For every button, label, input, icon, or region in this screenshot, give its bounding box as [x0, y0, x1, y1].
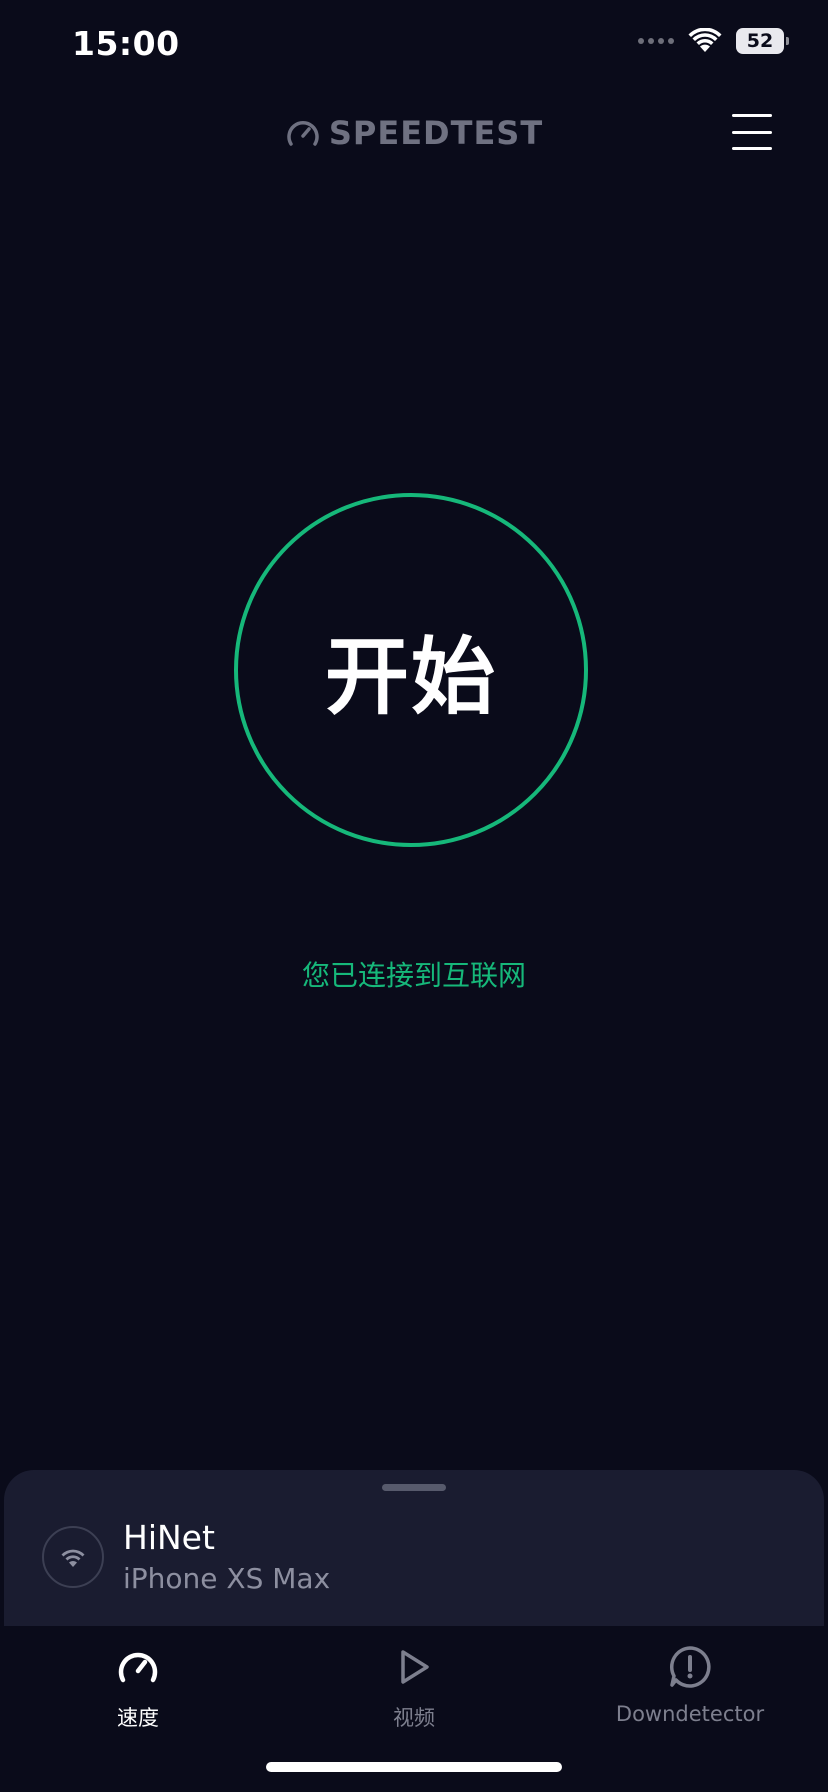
cellular-signal-icon — [638, 38, 674, 44]
battery-level: 52 — [746, 30, 774, 52]
wifi-icon — [42, 1526, 104, 1588]
battery-indicator: 52 — [736, 28, 789, 54]
sheet-drag-handle[interactable] — [382, 1484, 446, 1491]
status-time: 15:00 — [72, 24, 180, 63]
speedometer-logo-icon — [287, 121, 319, 146]
tab-speed-label: 速度 — [117, 1706, 159, 1730]
home-indicator[interactable] — [266, 1762, 562, 1772]
start-test-button[interactable]: 开始 — [234, 493, 588, 847]
speedometer-icon — [116, 1644, 160, 1690]
tab-speed[interactable]: 速度 — [28, 1644, 248, 1732]
speedtest-logo: SPEEDTEST — [0, 114, 828, 152]
tab-downdetector[interactable]: Downdetector — [580, 1644, 800, 1726]
tab-video[interactable]: 视频 — [304, 1644, 524, 1732]
tab-bar: 速度 视频 Downdetector — [0, 1626, 828, 1792]
tab-video-label: 视频 — [393, 1706, 435, 1730]
status-indicators: 52 — [638, 28, 789, 54]
alert-icon — [668, 1644, 712, 1690]
status-bar: 15:00 52 — [0, 0, 828, 90]
brand-name: SPEEDTEST — [328, 114, 544, 152]
connection-sheet[interactable]: HiNet iPhone XS Max — [4, 1470, 824, 1630]
tab-downdetector-label: Downdetector — [615, 1702, 765, 1726]
device-name: iPhone XS Max — [123, 1562, 331, 1595]
speedtest-screen: 15:00 52 SPEEDTEST 开始 您已连接到互联网 HiNet iPh… — [0, 0, 828, 1792]
start-label: 开始 — [324, 627, 497, 726]
app-header: SPEEDTEST — [0, 100, 828, 170]
play-icon — [394, 1644, 434, 1690]
hamburger-menu-icon[interactable] — [732, 114, 772, 150]
connection-status: 您已连接到互联网 — [301, 959, 526, 992]
network-name: HiNet — [123, 1518, 215, 1557]
wifi-status-icon — [688, 28, 722, 52]
